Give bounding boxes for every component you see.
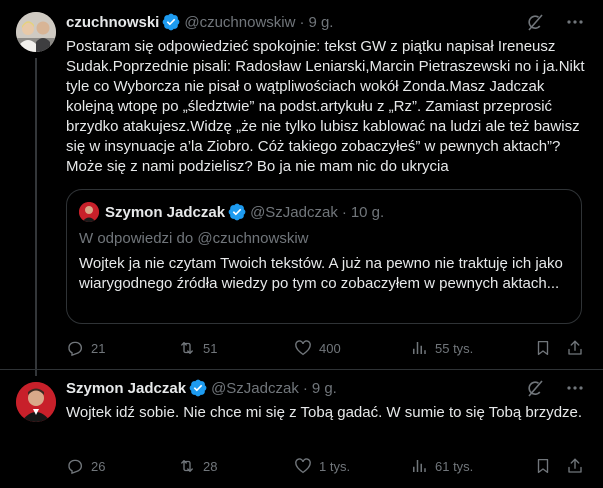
quoted-author-handle: @SzJadczak [250,203,338,221]
avatar-szymon-jadczak-small [79,202,99,222]
retweet-button[interactable]: 28 [178,457,217,475]
quoted-time: 10 g. [350,203,385,221]
tweet-header: czuchnowski @czuchnowskiw · 9 g. [66,12,591,32]
separator-dot: · [299,13,305,31]
avatar-czuchnowski[interactable] [16,12,56,52]
retweet-button[interactable]: 51 [178,339,217,357]
grok-icon[interactable] [525,12,545,32]
reply-context: W odpowiedzi do @czuchnowskiw [79,230,309,247]
verified-badge-icon [162,13,180,31]
author-name[interactable]: Szymon Jadczak [66,380,186,397]
retweet-icon [181,460,193,472]
bookmark-button[interactable] [534,457,552,475]
author-handle[interactable]: @SzJadczak [211,380,299,397]
views-button[interactable]: 61 tys. [410,457,473,475]
retweet-count: 51 [203,340,218,356]
views-icon [413,460,426,472]
tweet-header-actions [525,378,585,398]
retweet-count: 28 [203,458,218,474]
action-bar: 21 51 400 55 tys. [66,338,589,358]
quoted-tweet[interactable]: Szymon Jadczak @SzJadczak · 10 g. W odpo… [66,189,582,324]
share-button[interactable] [566,339,584,357]
views-count: 55 tys. [435,340,474,356]
like-count: 1 tys. [319,458,351,474]
author-handle[interactable]: @czuchnowskiw [184,14,295,31]
like-count: 400 [319,340,341,356]
quoted-text: Wojtek ja nie czytam Twoich tekstów. A j… [79,255,563,292]
retweet-icon [181,342,193,354]
tweet-header: Szymon Jadczak @SzJadczak · 9 g. [66,378,591,398]
bookmark-icon [537,458,549,474]
grok-icon[interactable] [525,378,545,398]
tweet-text: Postaram się odpowiedzieć spokojnie: tek… [66,38,585,175]
reply-count: 21 [91,340,106,356]
tweet-text: Wojtek idź sobie. Nie chce mi się z Tobą… [66,404,583,421]
more-icon[interactable] [565,378,585,398]
more-icon[interactable] [565,12,585,32]
reply-icon [68,459,83,475]
like-icon [295,340,311,356]
like-button[interactable]: 400 [294,339,341,357]
avatar-szymon-jadczak[interactable] [16,382,56,422]
quoted-header: Szymon Jadczak @SzJadczak · 10 g. [105,203,384,221]
tweet-szymon-jadczak[interactable]: Szymon Jadczak @SzJadczak · 9 g. Wojtek … [0,370,603,488]
action-bar: 26 28 1 tys. 61 tys. [66,456,589,476]
reply-button[interactable]: 26 [66,457,105,475]
reply-icon [68,341,83,357]
tweet-header-actions [525,12,585,32]
separator-dot: · [341,203,347,221]
bookmark-icon [537,340,549,356]
views-count: 61 tys. [435,458,474,474]
verified-badge-icon [189,379,207,397]
bookmark-button[interactable] [534,339,552,357]
tweet-time[interactable]: 9 g. [312,380,337,397]
views-button[interactable]: 55 tys. [410,339,473,357]
views-icon [413,342,426,354]
verified-badge-icon [228,203,246,221]
author-name[interactable]: czuchnowski [66,14,159,31]
separator-dot: · [302,379,308,397]
reply-count: 26 [91,458,106,474]
like-button[interactable]: 1 tys. [294,457,350,475]
quoted-author-name: Szymon Jadczak [105,203,226,221]
tweet-czuchnowski[interactable]: czuchnowski @czuchnowskiw · 9 g. Postara… [0,0,603,376]
thread-line [35,58,37,376]
like-icon [295,458,311,474]
tweet-time[interactable]: 9 g. [308,14,333,31]
share-icon [568,340,582,355]
reply-button[interactable]: 21 [66,339,105,357]
share-button[interactable] [566,457,584,475]
share-icon [568,458,582,473]
